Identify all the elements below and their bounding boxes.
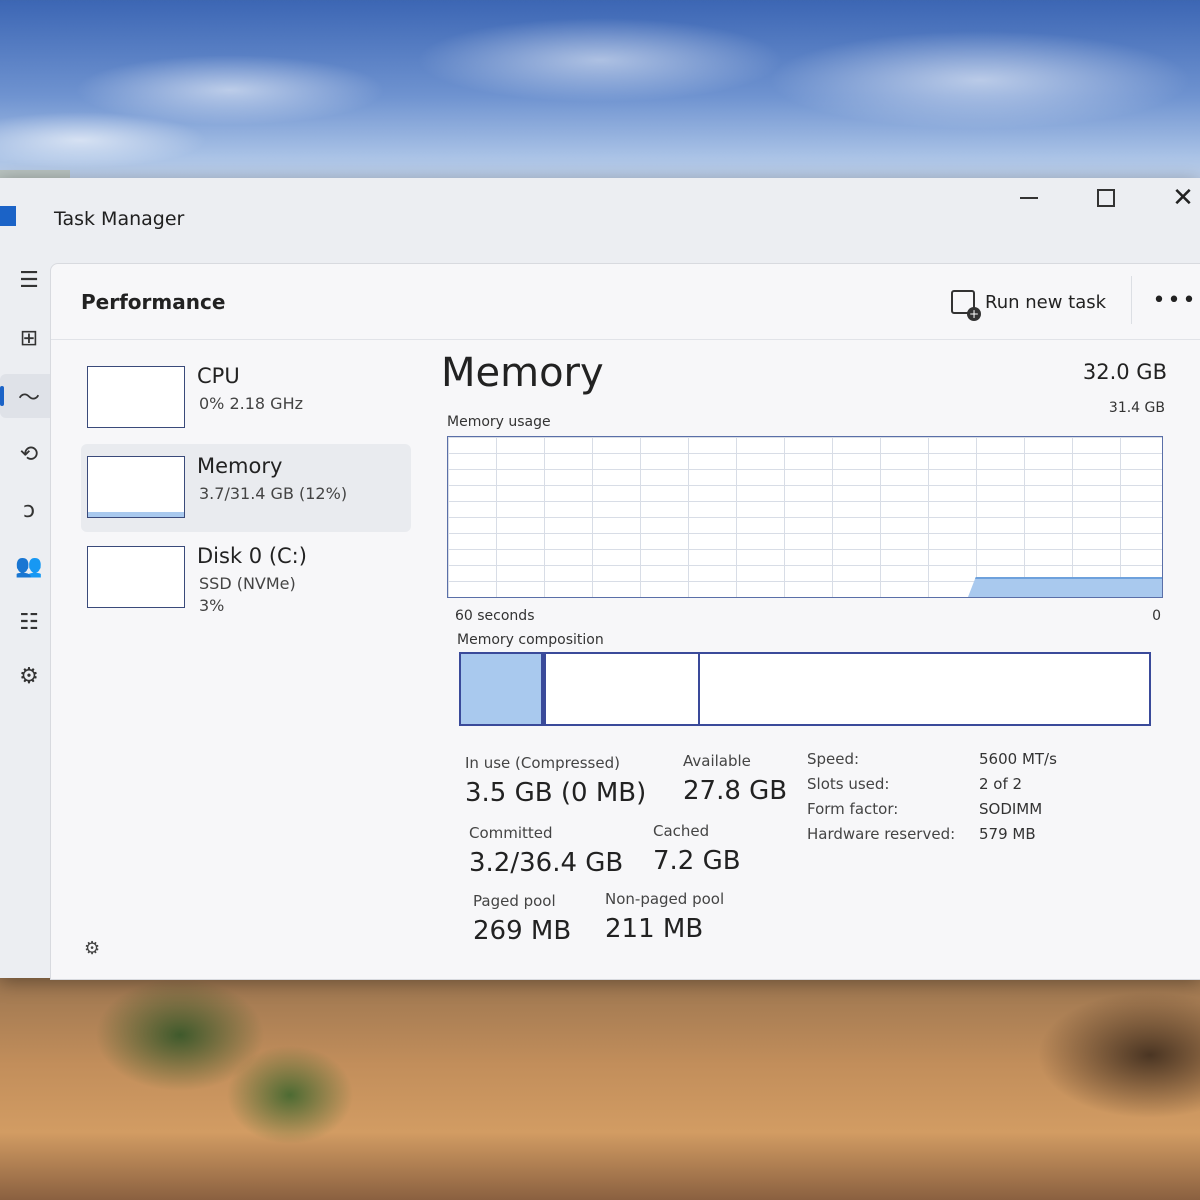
memory-detail-panel: Memory 32.0 GB Memory usage 31.4 GB 60 s…	[441, 344, 1171, 964]
spec-key: Speed:	[807, 750, 860, 768]
resource-usage: 3%	[199, 596, 225, 615]
stat-label: Committed	[469, 824, 553, 842]
app-history-icon: ⟲	[19, 441, 39, 467]
more-icon: •••	[1152, 287, 1198, 313]
stat-paged-pool: Paged pool 269 MB	[473, 892, 571, 946]
window-title: Task Manager	[54, 208, 185, 230]
stat-non-paged-pool: Non-paged pool 211 MB	[605, 890, 724, 944]
header-divider	[1131, 276, 1132, 324]
memory-composition-label: Memory composition	[457, 632, 604, 648]
detail-title: Memory	[441, 350, 604, 396]
stat-cached: Cached 7.2 GB	[653, 822, 741, 876]
spec-value: SODIMM	[979, 800, 1043, 818]
close-icon: ✕	[1172, 183, 1194, 213]
memory-composition-bar	[459, 652, 1151, 726]
stat-label: Non-paged pool	[605, 890, 725, 908]
performance-icon: 〜	[17, 386, 40, 411]
stat-label: In use (Compressed)	[465, 754, 620, 772]
title-bar[interactable]: Task Manager ✕	[0, 178, 1200, 258]
memory-usage-graph	[447, 436, 1163, 598]
page-header: Performance Run new task •••	[51, 264, 1200, 340]
memory-thumbnail-fill	[88, 512, 184, 517]
spec-value: 579 MB	[979, 825, 1036, 843]
task-manager-app-icon	[0, 206, 16, 226]
startup-apps-icon: ↄ	[22, 497, 36, 523]
page-title: Performance	[81, 290, 226, 314]
resource-item-disk[interactable]: Disk 0 (C:) SSD (NVMe) 3%	[81, 534, 411, 622]
users-icon: 👥	[15, 553, 43, 579]
resource-name: Memory	[197, 454, 283, 478]
spec-row: Slots used: 2 of 2	[807, 775, 1167, 800]
spec-key: Slots used:	[807, 775, 890, 793]
cpu-thumbnail-graph	[87, 366, 185, 428]
run-task-icon	[951, 290, 981, 321]
more-options-button[interactable]: •••	[1152, 282, 1198, 318]
processes-icon: ⊞	[19, 325, 39, 351]
minimize-icon	[1020, 197, 1038, 199]
spec-row: Speed: 5600 MT/s	[807, 750, 1167, 775]
stat-value: 211 MB	[605, 914, 704, 944]
spec-key: Form factor:	[807, 800, 899, 818]
stat-label: Cached	[653, 822, 710, 840]
composition-in-use[interactable]	[461, 654, 544, 724]
run-new-task-button[interactable]: Run new task	[951, 284, 1107, 321]
stat-value: 269 MB	[473, 916, 572, 946]
graph-axis-left: 60 seconds	[455, 608, 535, 624]
disk-thumbnail-graph	[87, 546, 185, 608]
maximize-icon	[1097, 189, 1115, 207]
resource-detail: 3.7/31.4 GB (12%)	[199, 484, 348, 503]
composition-free[interactable]	[700, 654, 1149, 724]
stat-committed: Committed 3.2/36.4 GB	[469, 824, 623, 878]
spec-value: 5600 MT/s	[979, 750, 1057, 768]
stat-label: Available	[683, 752, 751, 770]
spec-row: Hardware reserved: 579 MB	[807, 825, 1167, 850]
composition-standby[interactable]	[546, 654, 700, 724]
memory-usage-max: 31.4 GB	[1108, 400, 1165, 416]
resource-name: CPU	[197, 364, 240, 388]
minimize-button[interactable]	[1006, 176, 1052, 220]
spec-row: Form factor: SODIMM	[807, 800, 1167, 825]
stat-label: Paged pool	[473, 892, 556, 910]
spec-key: Hardware reserved:	[807, 825, 956, 843]
wallpaper-sky	[0, 0, 1200, 180]
stat-value: 3.5 GB (0 MB)	[465, 778, 647, 808]
stat-available: Available 27.8 GB	[683, 752, 787, 806]
settings-icon: ⚙	[84, 938, 101, 959]
resource-item-cpu[interactable]: CPU 0% 2.18 GHz	[81, 354, 411, 442]
stat-value: 3.2/36.4 GB	[469, 848, 624, 878]
memory-usage-area	[968, 577, 1162, 597]
hamburger-menu-icon: ☰	[19, 267, 39, 293]
main-content: Performance Run new task ••• CPU 0% 2.18…	[50, 263, 1200, 980]
stat-in-use: In use (Compressed) 3.5 GB (0 MB)	[465, 754, 646, 808]
graph-axis-right: 0	[1152, 608, 1161, 624]
run-new-task-label: Run new task	[985, 291, 1107, 313]
memory-thumbnail-graph	[87, 456, 185, 518]
resource-detail: 0% 2.18 GHz	[199, 394, 304, 413]
details-icon: ☷	[19, 609, 39, 635]
stat-value: 7.2 GB	[653, 846, 741, 876]
stat-value: 27.8 GB	[683, 776, 788, 806]
services-icon: ⚙	[19, 663, 39, 689]
resource-list: CPU 0% 2.18 GHz Memory 3.7/31.4 GB (12%)…	[81, 354, 411, 624]
settings-button[interactable]: ⚙	[84, 938, 100, 959]
resource-name: Disk 0 (C:)	[197, 544, 307, 568]
memory-total: 32.0 GB	[1082, 360, 1167, 384]
maximize-button[interactable]	[1083, 176, 1129, 220]
wallpaper-rock	[0, 975, 1200, 1200]
resource-item-memory[interactable]: Memory 3.7/31.4 GB (12%)	[81, 444, 411, 532]
resource-detail: SSD (NVMe)	[199, 574, 296, 593]
memory-usage-label: Memory usage	[447, 414, 551, 430]
task-manager-window: Task Manager ✕ ☰ ⊞ 〜 ⟲ ↄ 👥 ☷ ⚙ Performan…	[0, 178, 1200, 980]
hardware-specs: Speed: 5600 MT/s Slots used: 2 of 2 Form…	[807, 750, 1167, 850]
spec-value: 2 of 2	[979, 775, 1023, 793]
close-button[interactable]: ✕	[1160, 176, 1200, 220]
